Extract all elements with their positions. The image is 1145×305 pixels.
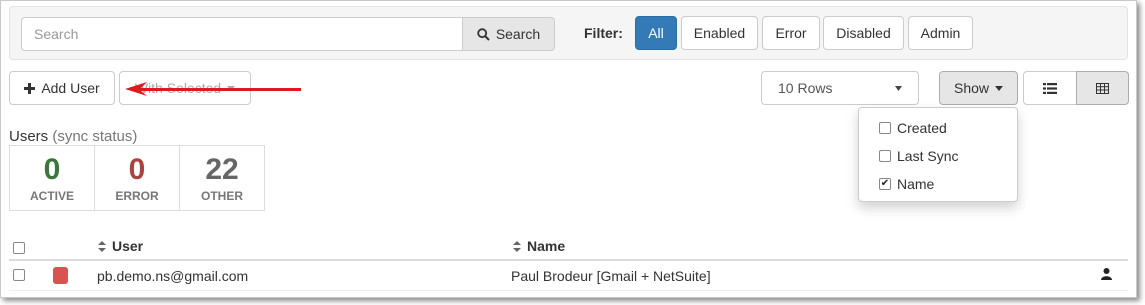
filter-admin-button[interactable]: Admin — [908, 16, 973, 50]
stat-other-label: OTHER — [201, 189, 243, 203]
rows-per-page-select[interactable]: 10 Rows — [761, 71, 919, 105]
filter-enabled-button[interactable]: Enabled — [681, 16, 758, 50]
sort-icon — [98, 240, 106, 252]
list-icon — [1043, 82, 1057, 94]
table-row[interactable]: pb.demo.ns@gmail.com Paul Brodeur [Gmail… — [9, 261, 1128, 291]
users-table: User Name pb.demo.ns@gmail.com Paul Brod… — [9, 233, 1128, 291]
menu-item-name[interactable]: ✔ Name — [859, 170, 1017, 198]
menu-item-created[interactable]: Created — [859, 114, 1017, 142]
search-icon — [477, 27, 490, 41]
show-columns-button[interactable]: Show — [939, 71, 1018, 105]
grid-icon — [1096, 82, 1109, 94]
stat-active-label: ACTIVE — [29, 189, 74, 203]
column-header-name[interactable]: Name — [513, 238, 565, 254]
list-view-button[interactable] — [1023, 71, 1077, 105]
add-user-button[interactable]: Add User — [9, 71, 115, 105]
column-header-user[interactable]: User — [98, 238, 143, 254]
row-checkbox[interactable] — [13, 269, 25, 281]
table-header: User Name — [9, 233, 1128, 261]
checkbox-last-sync[interactable] — [879, 150, 891, 162]
menu-item-last-sync[interactable]: Last Sync — [859, 142, 1017, 170]
sort-icon — [513, 240, 521, 252]
annotation-arrow — [125, 82, 301, 96]
filter-disabled-button[interactable]: Disabled — [823, 16, 904, 50]
rows-per-page-value: 10 Rows — [778, 80, 833, 96]
user-name: Paul Brodeur [Gmail + NetSuite] — [511, 268, 711, 284]
stat-active: 0 ACTIVE — [9, 145, 95, 211]
search-button-label: Search — [495, 26, 541, 42]
plus-icon — [24, 82, 36, 94]
filter-bar: Search Filter: All Enabled Error Disable… — [9, 6, 1128, 60]
checkbox-created[interactable] — [879, 122, 891, 134]
stat-other: 22 OTHER — [179, 145, 265, 211]
sync-status-stats: 0 ACTIVE 0 ERROR 22 OTHER — [9, 145, 265, 211]
filter-error-button[interactable]: Error — [762, 16, 820, 50]
stat-other-value: 22 — [205, 153, 239, 186]
show-columns-menu: Created Last Sync ✔ Name — [858, 107, 1018, 202]
filter-label: Filter: — [584, 25, 623, 41]
user-icon — [1101, 268, 1112, 280]
add-user-label: Add User — [41, 80, 100, 96]
filter-all-button[interactable]: All — [635, 16, 677, 50]
stat-error-value: 0 — [128, 153, 146, 186]
stat-error: 0 ERROR — [94, 145, 180, 211]
stat-error-label: ERROR — [115, 189, 159, 203]
users-summary-title: Users (sync status) — [9, 128, 138, 145]
stat-active-value: 0 — [43, 153, 61, 186]
table-view-button[interactable] — [1076, 71, 1129, 105]
search-input[interactable] — [21, 17, 463, 51]
select-all-checkbox[interactable] — [13, 242, 25, 254]
caret-down-icon — [995, 85, 1004, 91]
checkbox-name-checked[interactable]: ✔ — [879, 178, 891, 190]
users-panel: Search Filter: All Enabled Error Disable… — [0, 0, 1137, 298]
caret-down-icon — [895, 85, 902, 91]
show-label: Show — [953, 80, 990, 96]
status-indicator — [53, 267, 68, 284]
search-button[interactable]: Search — [462, 17, 555, 51]
user-email: pb.demo.ns@gmail.com — [97, 268, 249, 284]
